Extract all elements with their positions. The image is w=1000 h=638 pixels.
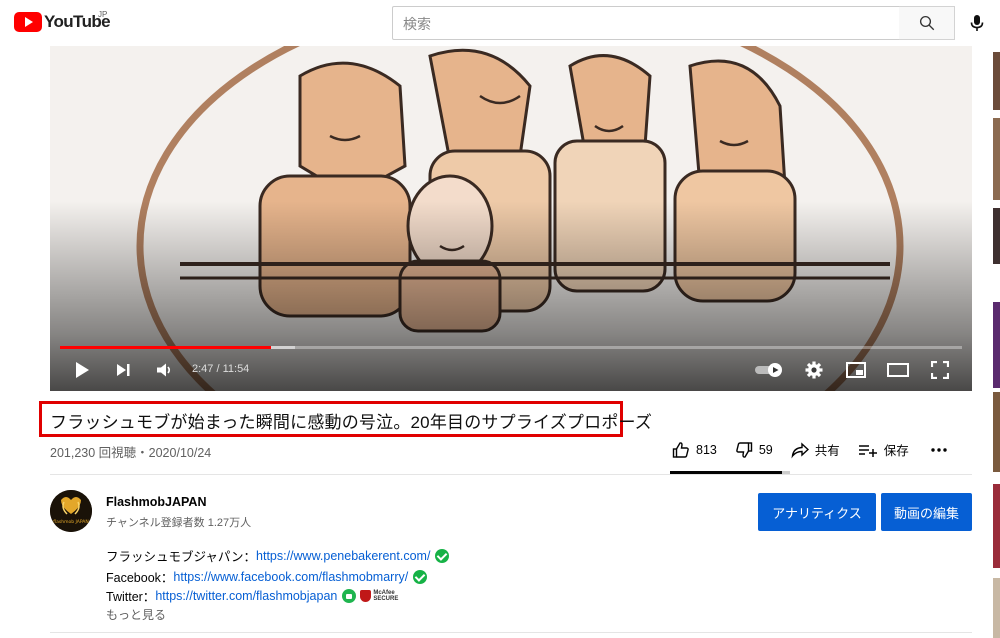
controls-gradient — [50, 201, 972, 391]
voice-search-button[interactable] — [962, 8, 992, 38]
recommended-thumbnail[interactable] — [993, 484, 1000, 568]
save-button[interactable]: 保存 — [858, 440, 909, 459]
save-label: 保存 — [883, 444, 909, 458]
volume-icon — [157, 363, 171, 377]
more-horizontal-icon — [931, 447, 947, 452]
recommended-thumbnail[interactable] — [993, 118, 1000, 200]
verified-check-icon — [413, 569, 428, 584]
like-button[interactable]: 813 — [672, 441, 717, 459]
time-current: 2:47 — [192, 363, 214, 375]
region-code: JP — [98, 10, 108, 19]
video-title: フラッシュモブが始まった瞬間に感動の号泣。20年目のサプライズプロポーズ — [50, 413, 653, 432]
flashmob-japan-logo: flashmob JAPAN — [50, 490, 92, 532]
website-link[interactable]: https://www.penebakerent.com/ — [256, 549, 430, 563]
lock-icon — [342, 588, 357, 603]
divider — [50, 632, 972, 633]
next-button[interactable] — [110, 358, 136, 382]
time-total: 11:54 — [222, 363, 250, 375]
analytics-button[interactable]: アナリティクス — [758, 493, 876, 531]
theater-mode-button[interactable] — [884, 358, 912, 382]
mcafee-shield-icon — [360, 589, 372, 602]
subscriber-count: チャンネル登録者数 1.27万人 — [106, 517, 252, 529]
dislike-count: 59 — [758, 442, 773, 457]
thumbs-down-icon — [736, 441, 753, 458]
share-icon — [791, 441, 809, 458]
share-label: 共有 — [814, 444, 840, 458]
dislike-button[interactable]: 59 — [735, 441, 773, 459]
description-line-3: Twitter： https://twitter.com/flashmobjap… — [106, 586, 398, 605]
description-label: Twitter： — [106, 590, 156, 604]
search-button[interactable] — [899, 6, 955, 40]
time-display: 2:47 / 11:54 — [192, 363, 250, 375]
search-icon — [919, 15, 934, 31]
twitter-link[interactable]: https://twitter.com/flashmobjapan — [155, 589, 337, 603]
edit-video-button[interactable]: 動画の編集 — [881, 493, 972, 531]
share-button[interactable]: 共有 — [791, 440, 840, 459]
gear-icon — [805, 361, 823, 379]
mcafee-secure-text: SECURE — [373, 595, 399, 602]
avatar-text: flashmob JAPAN — [53, 519, 88, 525]
youtube-play-icon — [14, 12, 42, 32]
description-line-2: Facebook： https://www.facebook.com/flash… — [106, 567, 428, 586]
recommended-thumbnail[interactable] — [993, 208, 1000, 264]
settings-button[interactable] — [800, 358, 828, 382]
search-input[interactable]: 検索 — [392, 6, 900, 40]
channel-avatar[interactable]: flashmob JAPAN — [50, 490, 92, 532]
recommended-thumbnail[interactable] — [993, 302, 1000, 388]
like-count: 813 — [696, 442, 717, 457]
progress-played — [60, 346, 272, 349]
thumbs-up-icon — [672, 441, 689, 458]
mute-button[interactable] — [152, 358, 176, 382]
play-button[interactable] — [68, 358, 96, 382]
playlist-add-icon — [858, 444, 877, 457]
masthead: YouTube JP 検索 — [0, 0, 1000, 46]
recommended-thumbnail[interactable] — [993, 392, 1000, 472]
microphone-icon — [970, 15, 984, 31]
description-label: フラッシュモブジャパン： — [106, 550, 257, 564]
autoplay-toggle[interactable] — [750, 358, 790, 382]
description-line-1: フラッシュモブジャパン： https://www.penebakerent.co… — [106, 546, 450, 565]
verified-check-icon — [435, 548, 450, 563]
fullscreen-button[interactable] — [926, 358, 954, 382]
view-count-date: 201,230 回視聴・2020/10/24 — [50, 446, 212, 460]
video-player[interactable]: 2:47 / 11:54 — [50, 46, 972, 391]
divider — [50, 474, 972, 475]
youtube-logo[interactable]: YouTube JP — [14, 10, 111, 32]
next-icon — [117, 364, 130, 376]
facebook-link[interactable]: https://www.facebook.com/flashmobmarry/ — [173, 570, 408, 584]
theater-icon — [887, 363, 909, 377]
channel-name[interactable]: FlashmobJAPAN — [106, 495, 206, 509]
autoplay-toggle-icon — [755, 363, 782, 377]
progress-bar[interactable] — [60, 346, 962, 349]
show-more-link[interactable]: もっと見る — [106, 606, 166, 623]
recommended-thumbnail[interactable] — [993, 578, 1000, 638]
video-actions: 813 59 共有 保存 — [672, 440, 953, 459]
more-actions-button[interactable] — [931, 447, 953, 453]
title-highlight-box: フラッシュモブが始まった瞬間に感動の号泣。20年目のサプライズプロポーズ — [39, 401, 653, 437]
miniplayer-button[interactable] — [842, 358, 870, 382]
recommended-thumbnail[interactable] — [993, 52, 1000, 110]
mcafee-secure-badge: McAfee SECURE — [360, 589, 399, 602]
description-label: Facebook： — [106, 571, 174, 585]
miniplayer-icon — [846, 362, 866, 378]
play-icon — [76, 362, 89, 378]
fullscreen-icon — [931, 361, 949, 379]
